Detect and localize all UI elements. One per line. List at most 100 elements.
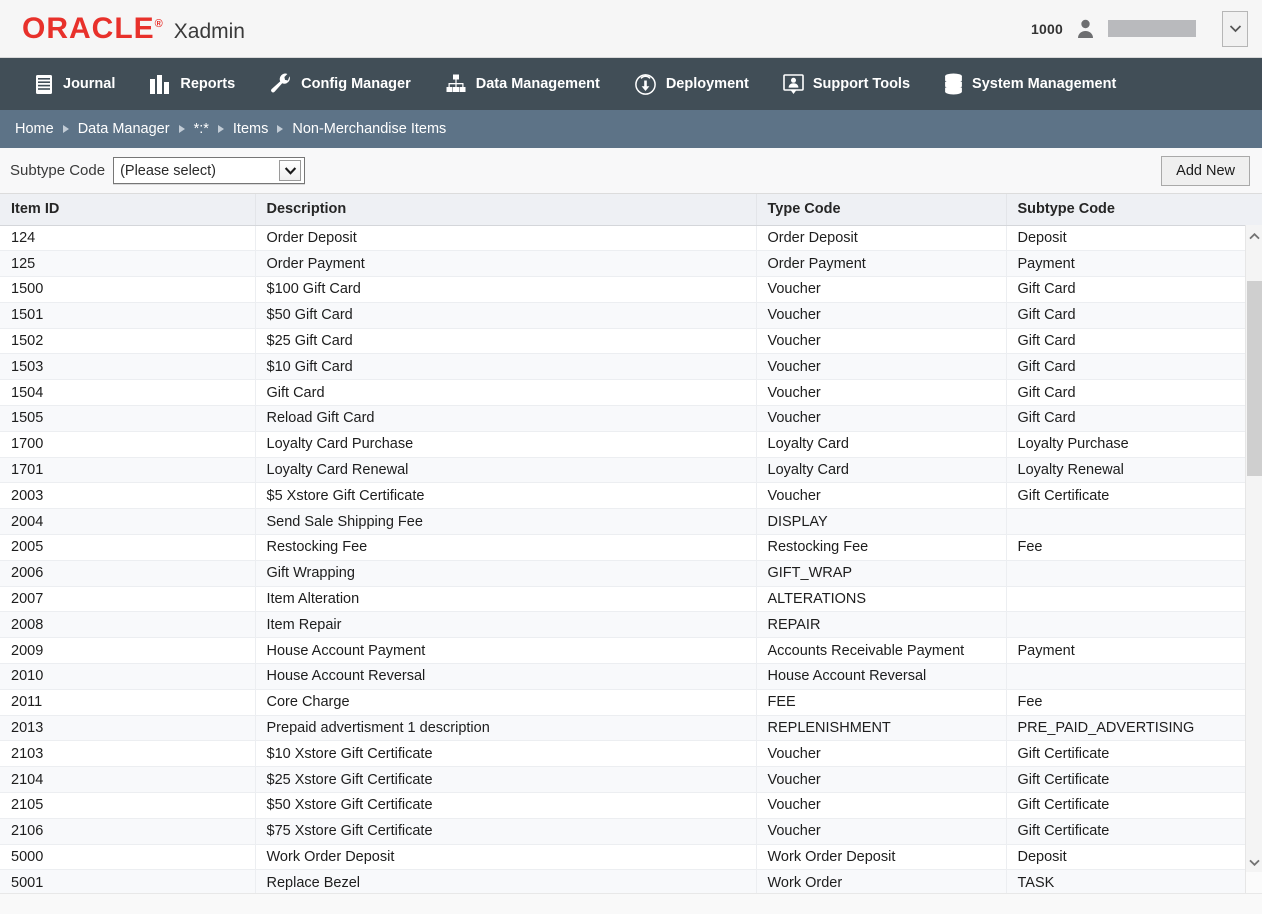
nav-item-journal[interactable]: Journal [18, 58, 132, 110]
cell-type-code: Voucher [755, 405, 1006, 432]
cell-description: $25 Xstore Gift Certificate [254, 766, 756, 794]
cell-description: Item Repair [254, 611, 756, 639]
table-row[interactable]: 124 Order Deposit Order Deposit Deposit [0, 225, 1262, 252]
cell-description: Order Deposit [254, 225, 756, 252]
breadcrumb-item-items[interactable]: Items [227, 121, 274, 137]
table-row[interactable]: 2009 House Account Payment Accounts Receiv… [0, 637, 1262, 665]
cell-description: Reload Gift Card [254, 405, 756, 432]
column-header-subtype-code[interactable]: Subtype Code [1005, 194, 1262, 226]
table-row[interactable]: 1501 $50 Gift Card Voucher Gift Card [0, 302, 1262, 329]
cell-type-code: ALTERATIONS [755, 586, 1006, 613]
wrench-icon [269, 73, 292, 95]
table-row[interactable]: 1502 $25 Gift Card Voucher Gift Card [0, 328, 1262, 355]
cell-description: $50 Xstore Gift Certificate [254, 792, 756, 819]
nav-label: Data Management [475, 76, 600, 92]
table-row[interactable]: 2104 $25 Xstore Gift Certificate Voucher Gi… [0, 766, 1262, 794]
cell-description: Restocking Fee [254, 534, 756, 561]
person-speech-bubble-icon [783, 73, 804, 95]
cell-subtype-code: Deposit [1005, 225, 1262, 252]
table-row[interactable]: 2106 $75 Xstore Gift Certificate Voucher Gi… [0, 818, 1262, 845]
table-row[interactable]: 2003 $5 Xstore Gift Certificate Voucher Gif… [0, 482, 1262, 510]
cell-subtype-code [1005, 586, 1262, 613]
table-row[interactable]: 125 Order Payment Order Payment Payment [0, 250, 1262, 278]
nav-label: Journal [63, 76, 116, 92]
scroll-down-button[interactable] [1246, 854, 1262, 871]
cell-item-id: 2004 [0, 508, 255, 536]
cell-description: Gift Card [254, 379, 756, 407]
chevron-down-icon [279, 160, 302, 181]
cell-subtype-code: Gift Card [1005, 328, 1262, 355]
cell-description: $100 Gift Card [254, 276, 756, 303]
cell-description: Loyalty Card Purchase [254, 431, 756, 458]
cell-item-id: 1502 [0, 328, 255, 355]
oracle-logo: ORACLE® [22, 13, 163, 44]
cell-subtype-code: Gift Certificate [1005, 482, 1262, 510]
cell-subtype-code: Fee [1005, 689, 1262, 716]
nav-item-data-management[interactable]: Data Management [428, 58, 617, 110]
breadcrumb-item-non-merchandise-items: Non-Merchandise Items [292, 121, 447, 137]
table-row[interactable]: 2105 $50 Xstore Gift Certificate Voucher Gi… [0, 792, 1262, 819]
cell-type-code: Voucher [755, 328, 1006, 355]
cell-description: $25 Gift Card [254, 328, 756, 355]
vertical-scrollbar[interactable] [1245, 225, 1262, 893]
nav-item-reports[interactable]: Reports [132, 58, 252, 110]
table-row[interactable]: 1500 $100 Gift Card Voucher Gift Card [0, 276, 1262, 303]
table-row[interactable]: 2011 Core Charge FEE Fee [0, 689, 1262, 716]
scrollbar-track-bottom[interactable] [1246, 872, 1262, 893]
chevron-down-icon [1229, 24, 1242, 33]
subtype-code-select[interactable]: (Please select) [113, 157, 306, 184]
nav-item-system-management[interactable]: System Management [927, 58, 1133, 110]
table-row[interactable]: 2004 Send Sale Shipping Fee DISPLAY [0, 508, 1262, 536]
table-row[interactable]: 1503 $10 Gift Card Voucher Gift Card [0, 353, 1262, 381]
database-icon [944, 73, 963, 95]
cell-item-id: 2103 [0, 740, 255, 768]
table-row[interactable]: 1701 Loyalty Card Renewal Loyalty Card Loya… [0, 457, 1262, 484]
cell-description: House Account Payment [254, 637, 756, 665]
bottom-strip [0, 893, 1262, 914]
cell-type-code: REPAIR [755, 611, 1006, 639]
scrollbar-thumb[interactable] [1247, 281, 1262, 476]
scroll-up-button[interactable] [1246, 228, 1262, 245]
table-row[interactable]: 2006 Gift Wrapping GIFT_WRAP [0, 560, 1262, 587]
table-row[interactable]: 5001 Replace Bezel Work Order TASK [0, 869, 1262, 893]
cell-type-code: Order Payment [755, 250, 1006, 278]
cell-subtype-code [1005, 508, 1262, 536]
nav-item-support-tools[interactable]: Support Tools [766, 58, 927, 110]
table-row[interactable]: 1504 Gift Card Voucher Gift Card [0, 379, 1262, 407]
triangle-right-icon [277, 125, 284, 133]
cell-item-id: 2010 [0, 663, 255, 690]
cell-description: $75 Xstore Gift Certificate [254, 818, 756, 845]
table-row[interactable]: 2005 Restocking Fee Restocking Fee Fee [0, 534, 1262, 561]
table-row[interactable]: 2010 House Account Reversal House Account … [0, 663, 1262, 690]
cell-type-code: Voucher [755, 353, 1006, 381]
cell-description: Prepaid advertisment 1 description [254, 715, 756, 742]
table-row[interactable]: 2103 $10 Xstore Gift Certificate Voucher Gi… [0, 740, 1262, 768]
cell-type-code: House Account Reversal [755, 663, 1006, 690]
cloud-download-icon [634, 73, 657, 95]
cell-type-code: GIFT_WRAP [755, 560, 1006, 587]
table-row[interactable]: 5000 Work Order Deposit Work Order Deposit… [0, 844, 1262, 871]
registered-mark: ® [154, 17, 163, 30]
user-menu-button[interactable] [1222, 10, 1248, 47]
table-row[interactable]: 2013 Prepaid advertisment 1 description RE… [0, 715, 1262, 742]
nav-item-config-manager[interactable]: Config Manager [252, 58, 428, 110]
column-header-item-id[interactable]: Item ID [0, 194, 255, 226]
triangle-right-icon [62, 125, 69, 133]
column-header-type-code[interactable]: Type Code [755, 194, 1006, 226]
table-row[interactable]: 2008 Item Repair REPAIR [0, 611, 1262, 639]
table-row[interactable]: 2007 Item Alteration ALTERATIONS [0, 586, 1262, 613]
breadcrumb-item-home[interactable]: Home [9, 121, 60, 137]
column-header-description[interactable]: Description [254, 194, 756, 226]
cell-item-id: 2007 [0, 586, 255, 613]
table-head: Item ID Description Type Code Subtype Co… [0, 194, 1262, 226]
triangle-right-icon [178, 125, 185, 133]
cell-item-id: 5001 [0, 869, 255, 893]
table-row[interactable]: 1700 Loyalty Card Purchase Loyalty Card Loy… [0, 431, 1262, 458]
breadcrumb-item-wildcard[interactable]: *:* [188, 121, 215, 137]
table-row[interactable]: 1505 Reload Gift Card Voucher Gift Card [0, 405, 1262, 432]
add-new-button[interactable]: Add New [1161, 155, 1250, 186]
cell-subtype-code: Gift Certificate [1005, 792, 1262, 819]
nav-item-deployment[interactable]: Deployment [617, 58, 766, 110]
breadcrumb-item-data-manager[interactable]: Data Manager [72, 121, 176, 137]
breadcrumb: Home Data Manager *:* Items Non-Merchand… [0, 110, 1262, 148]
